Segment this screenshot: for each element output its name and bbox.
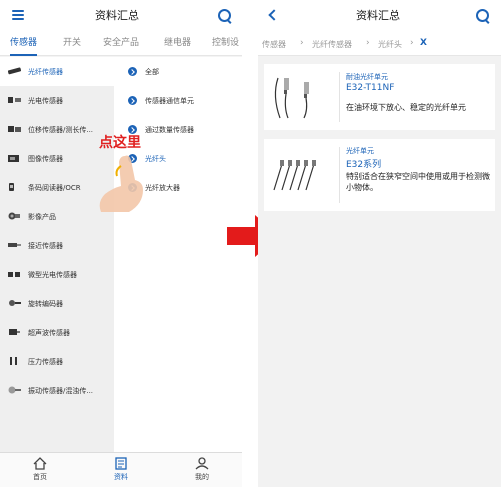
breadcrumb-item[interactable]: 光纤头 bbox=[378, 39, 402, 50]
tab-controllers[interactable]: 控制设 bbox=[212, 32, 239, 56]
chevron-right-icon: › bbox=[366, 38, 370, 48]
subcategory-label: 光纤头 bbox=[145, 155, 166, 163]
breadcrumb: 传感器 › 光纤传感器 › 光纤头 › X bbox=[258, 32, 501, 56]
tab-sensors[interactable]: 传感器 bbox=[10, 32, 38, 56]
product-description: 特别适合在狭窄空间中使用或用于检测微小物体。 bbox=[346, 172, 490, 192]
user-icon bbox=[195, 457, 209, 470]
ultrasonic-sensor-icon bbox=[9, 329, 20, 335]
category-label: 接近传感器 bbox=[28, 242, 63, 250]
breadcrumb-item[interactable]: 传感器 bbox=[262, 39, 286, 50]
subcategory-list: 全部 传感器通信单元 通过数量传感器 光纤头 光纤放大器 bbox=[114, 57, 242, 452]
back-arrow-icon[interactable] bbox=[268, 9, 280, 21]
subcategory-item[interactable]: 全部 bbox=[114, 57, 242, 86]
right-header: 资料汇总 bbox=[258, 0, 501, 32]
category-item[interactable]: 压力传感器 bbox=[0, 347, 114, 376]
product-description: 在油环境下放心、稳定的光纤单元 bbox=[346, 103, 466, 112]
arrow-circle-icon bbox=[128, 96, 137, 105]
breadcrumb-item[interactable]: 光纤传感器 bbox=[312, 39, 352, 50]
document-icon bbox=[115, 457, 127, 470]
category-label: 旋转编码器 bbox=[28, 300, 63, 308]
rotary-encoder-icon bbox=[9, 300, 21, 306]
subcategory-label: 光纤放大器 bbox=[145, 184, 180, 192]
barcode-reader-icon bbox=[9, 183, 14, 191]
category-label: 位移传感器/测长传... bbox=[28, 126, 94, 134]
home-icon bbox=[33, 457, 47, 470]
displacement-sensor-icon bbox=[8, 126, 21, 132]
category-list: 光纤传感器 光电传感器 位移传感器/测长传... 图像传感器 条码阅读器/OCR… bbox=[0, 57, 114, 452]
tabbar-label: 我的 bbox=[195, 473, 209, 481]
divider bbox=[339, 72, 340, 122]
category-item[interactable]: 振动传感器/混浊传... bbox=[0, 376, 114, 405]
tabbar-profile[interactable]: 我的 bbox=[162, 453, 242, 487]
divider bbox=[339, 147, 340, 203]
tab-relays[interactable]: 继电器 bbox=[164, 32, 191, 56]
tab-safety-products[interactable]: 安全产品 bbox=[103, 32, 139, 56]
subcategory-label: 传感器通信单元 bbox=[145, 97, 194, 105]
fiber-sensor-icon bbox=[8, 67, 21, 75]
category-label: 图像传感器 bbox=[28, 155, 63, 163]
category-item[interactable]: 光电传感器 bbox=[0, 86, 114, 115]
category-item[interactable]: 微型光电传感器 bbox=[0, 260, 114, 289]
category-label: 光电传感器 bbox=[28, 97, 63, 105]
bottom-tab-bar: 首页 资料 我的 bbox=[0, 452, 242, 487]
category-label: 超声波传感器 bbox=[28, 329, 70, 337]
product-image bbox=[274, 77, 309, 119]
left-screen: 资料汇总 传感器 开关 安全产品 继电器 控制设 光纤传感器 光电传感器 位移传… bbox=[0, 0, 242, 487]
right-screen: 资料汇总 传感器 › 光纤传感器 › 光纤头 › X 耐油光纤单元 E32-T1… bbox=[258, 0, 501, 487]
page-title: 资料汇总 bbox=[95, 9, 139, 22]
product-model: E32系列 bbox=[346, 160, 382, 170]
camera-lens-icon bbox=[8, 212, 20, 220]
micro-photoelectric-icon bbox=[8, 272, 20, 277]
clear-filter-button[interactable]: X bbox=[420, 38, 427, 48]
category-label: 条码阅读器/OCR bbox=[28, 184, 81, 192]
category-label: 影像产品 bbox=[28, 213, 56, 221]
pressure-sensor-icon bbox=[10, 357, 17, 365]
product-card[interactable]: 耐油光纤单元 E32-T11NF 在油环境下放心、稳定的光纤单元 bbox=[264, 64, 495, 130]
tabbar-home[interactable]: 首页 bbox=[0, 453, 80, 487]
subcategory-label: 全部 bbox=[145, 68, 159, 76]
category-item[interactable]: 接近传感器 bbox=[0, 231, 114, 260]
photoelectric-sensor-icon bbox=[8, 97, 21, 103]
category-item[interactable]: 光纤传感器 bbox=[0, 57, 114, 86]
left-header: 资料汇总 bbox=[0, 0, 242, 32]
page-title: 资料汇总 bbox=[356, 9, 400, 22]
category-label: 微型光电传感器 bbox=[28, 271, 77, 279]
search-icon[interactable] bbox=[218, 9, 233, 24]
product-card[interactable]: 光纤单元 E32系列 特别适合在狭窄空间中使用或用于检测微小物体。 bbox=[264, 139, 495, 211]
arrow-circle-icon bbox=[128, 67, 137, 76]
category-tabs: 传感器 开关 安全产品 继电器 控制设 bbox=[0, 32, 242, 56]
chevron-right-icon: › bbox=[300, 38, 304, 48]
category-item[interactable]: 位移传感器/测长传... bbox=[0, 115, 114, 144]
subcategory-label: 通过数量传感器 bbox=[145, 126, 194, 134]
search-icon[interactable] bbox=[476, 9, 491, 24]
click-here-hint: 点这里 bbox=[99, 135, 141, 151]
category-label: 振动传感器/混浊传... bbox=[28, 387, 94, 395]
tabbar-label: 资料 bbox=[114, 473, 128, 481]
chevron-right-icon: › bbox=[410, 38, 414, 48]
category-label: 光纤传感器 bbox=[28, 68, 63, 76]
category-label: 压力传感器 bbox=[28, 358, 63, 366]
pointing-hand-icon bbox=[99, 155, 143, 212]
vibration-sensor-icon bbox=[8, 386, 21, 394]
product-model: E32-T11NF bbox=[346, 83, 395, 93]
category-item[interactable]: 超声波传感器 bbox=[0, 318, 114, 347]
product-image bbox=[273, 160, 316, 191]
image-sensor-icon bbox=[8, 155, 19, 162]
product-subtitle: 耐油光纤单元 bbox=[346, 73, 388, 81]
tab-switches[interactable]: 开关 bbox=[63, 32, 81, 56]
menu-icon[interactable] bbox=[12, 10, 24, 20]
tabbar-documents[interactable]: 资料 bbox=[81, 453, 161, 487]
product-subtitle: 光纤单元 bbox=[346, 147, 374, 155]
category-item[interactable]: 旋转编码器 bbox=[0, 289, 114, 318]
subcategory-item[interactable]: 传感器通信单元 bbox=[114, 86, 242, 115]
proximity-sensor-icon bbox=[8, 243, 21, 247]
tabbar-label: 首页 bbox=[33, 473, 47, 481]
